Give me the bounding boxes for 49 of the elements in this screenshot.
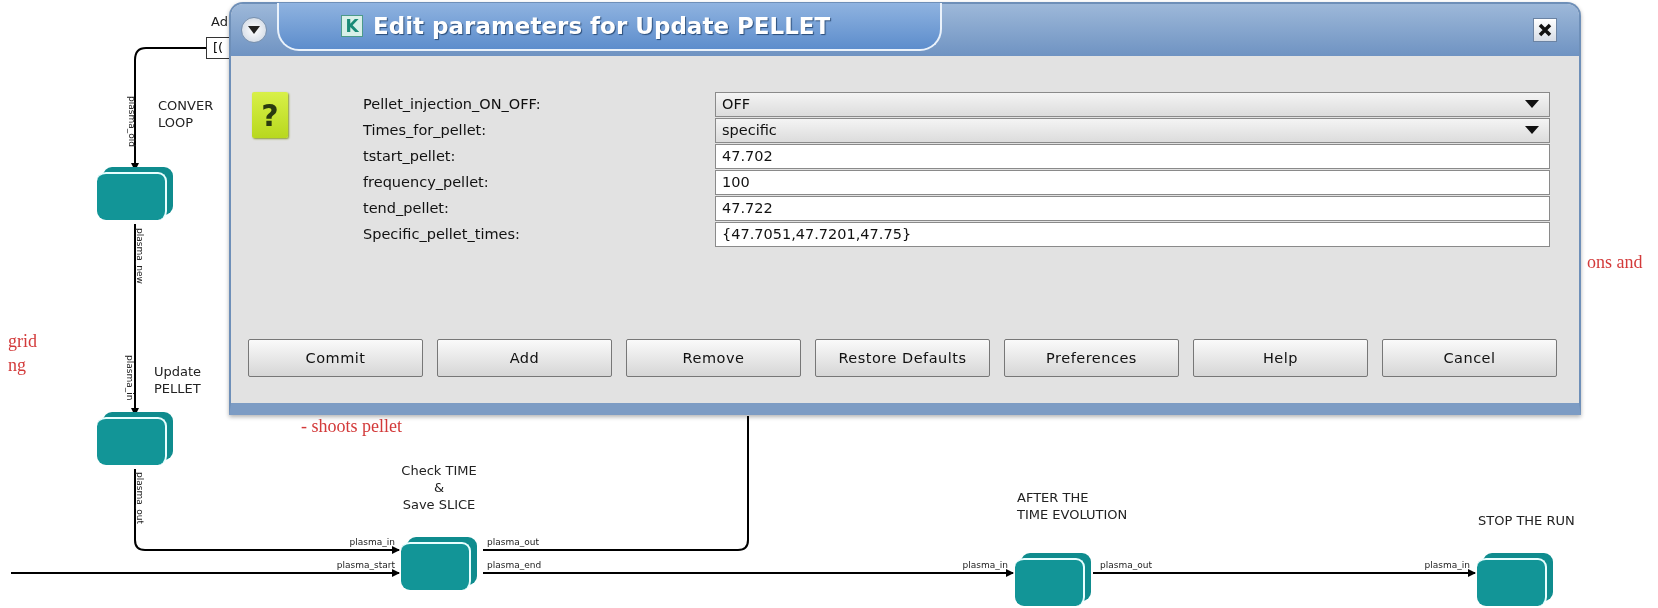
port-label: plasma_in bbox=[1424, 560, 1470, 570]
dialog-button[interactable]: Add bbox=[437, 338, 612, 377]
port-label: plasma_out bbox=[1100, 560, 1152, 570]
dialog-button[interactable]: Preferences bbox=[1004, 338, 1179, 377]
dropdown[interactable]: specific bbox=[715, 118, 1550, 143]
dialog-button[interactable]: Commit bbox=[248, 338, 423, 377]
window-menu-button[interactable] bbox=[241, 17, 267, 43]
input-field[interactable]: 100 bbox=[715, 170, 1550, 195]
dropdown[interactable]: OFF bbox=[715, 92, 1550, 117]
actor-label: Update PELLET bbox=[154, 364, 202, 398]
chevron-down-icon bbox=[248, 26, 260, 34]
question-icon: ? bbox=[252, 92, 288, 138]
parameter-title: Ad bbox=[211, 14, 228, 29]
input-field[interactable]: {47.7051,47.7201,47.75} bbox=[715, 222, 1550, 247]
actor-label: AFTER THE TIME EVOLUTION bbox=[1017, 490, 1128, 524]
input-field[interactable]: 47.722 bbox=[715, 196, 1550, 221]
input-field[interactable]: 47.702 bbox=[715, 144, 1550, 169]
caret-icon bbox=[1525, 126, 1539, 135]
parameter-label: tend_pellet: bbox=[362, 199, 450, 218]
close-icon bbox=[1538, 23, 1552, 37]
port-label: plasma_in bbox=[125, 355, 135, 401]
port-label: plasma_out bbox=[135, 472, 145, 524]
port-label: plasma_new bbox=[135, 228, 145, 284]
actor-label: STOP THE RUN bbox=[1478, 513, 1575, 530]
dialog-button[interactable]: Remove bbox=[626, 338, 801, 377]
actor-label: Check TIME & Save SLICE bbox=[401, 463, 477, 514]
annotation-text: ng bbox=[8, 355, 26, 376]
port-label: plasma_in bbox=[962, 560, 1008, 570]
actor-label: CONVER LOOP bbox=[158, 98, 214, 132]
annotation-text: - shoots pellet bbox=[301, 416, 402, 437]
dialog-button[interactable]: Help bbox=[1193, 338, 1368, 377]
parameter-label: Times_for_pellet: bbox=[362, 121, 488, 140]
annotation-text: grid bbox=[8, 331, 37, 352]
port-label: plasma_start bbox=[336, 560, 395, 570]
parameter-label: frequency_pellet: bbox=[362, 173, 490, 192]
annotation-text: ons and bbox=[1587, 252, 1643, 273]
parameter-label: tstart_pellet: bbox=[362, 147, 457, 166]
close-button[interactable] bbox=[1533, 18, 1557, 42]
port-label: plasma_in bbox=[349, 537, 395, 547]
port-label: plasma_end bbox=[487, 560, 542, 570]
dialog-button[interactable]: Restore Defaults bbox=[815, 338, 990, 377]
port-label: plasma_old bbox=[127, 96, 137, 147]
parameter-label: Specific_pellet_times: bbox=[362, 225, 521, 244]
caret-icon bbox=[1525, 100, 1539, 109]
window-title: Edit parameters for Update PELLET bbox=[373, 13, 831, 39]
dialog-button[interactable]: Cancel bbox=[1382, 338, 1557, 377]
parameter-label: Pellet_injection_ON_OFF: bbox=[362, 95, 542, 114]
app-logo: K bbox=[341, 15, 363, 37]
port-label: plasma_out bbox=[487, 537, 539, 547]
